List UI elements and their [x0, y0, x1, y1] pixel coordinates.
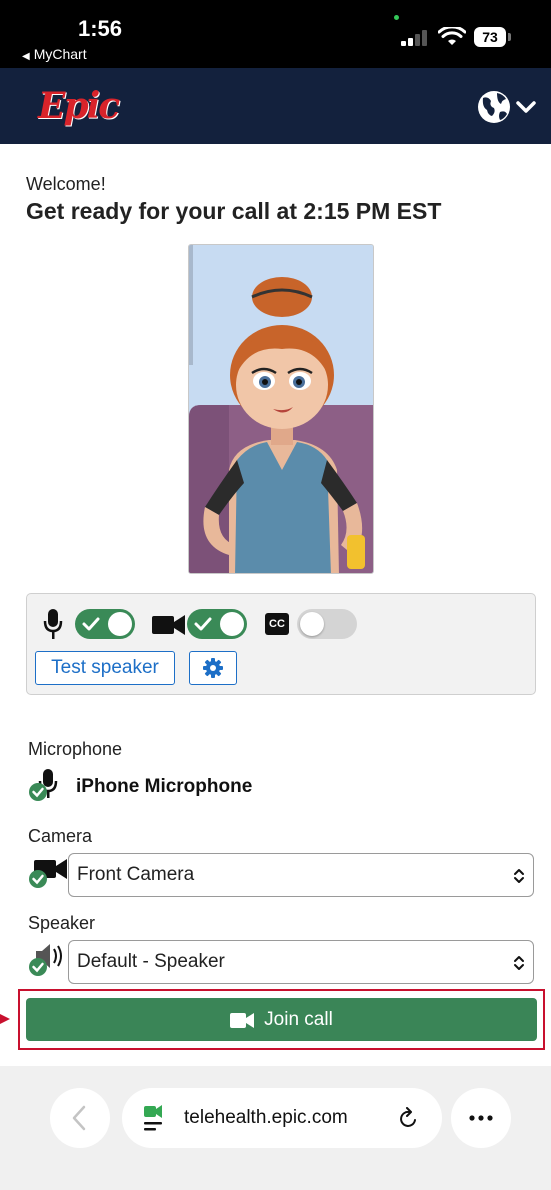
camera-label: Camera	[28, 826, 93, 846]
chevron-left-icon	[72, 1105, 86, 1131]
camera-icon	[152, 615, 185, 635]
chevron-down-icon	[516, 101, 536, 113]
closed-captions-icon: CC	[265, 613, 289, 635]
select-chevron-icon	[514, 869, 524, 883]
url-text: telehealth.epic.com	[184, 1107, 348, 1128]
browser-more-button[interactable]	[451, 1088, 511, 1148]
avatar-illustration	[189, 245, 373, 573]
captions-toggle[interactable]	[297, 609, 357, 639]
globe-icon	[478, 91, 536, 123]
page-title: Get ready for your call at 2:15 PM EST	[26, 198, 442, 224]
back-app-label: MyChart	[33, 46, 87, 62]
microphone-value: iPhone Microphone	[76, 776, 253, 797]
toggle-knob	[300, 612, 324, 636]
speaker-select[interactable]: Default - Speaker	[68, 940, 534, 984]
back-to-app-link[interactable]: ◀ MyChart	[22, 46, 87, 62]
camera-select-value: Front Camera	[77, 864, 195, 885]
select-chevron-icon	[514, 956, 524, 970]
call-controls-panel: CC Test speaker	[26, 593, 536, 695]
language-menu-button[interactable]	[476, 88, 540, 126]
microphone-label: Microphone	[28, 739, 123, 759]
toggle-knob	[220, 612, 244, 636]
status-bar: 1:56 ◀ MyChart 73	[0, 0, 551, 68]
back-triangle-icon: ◀	[22, 51, 30, 62]
cellular-signal-icon	[401, 30, 431, 46]
browser-back-button[interactable]	[50, 1088, 110, 1148]
settings-button[interactable]	[189, 651, 237, 685]
battery-tip	[508, 33, 511, 41]
camera-ok-icon	[29, 859, 67, 888]
gear-icon	[203, 658, 223, 678]
address-bar[interactable]: telehealth.epic.com	[122, 1088, 442, 1148]
epic-logo: Epic	[38, 85, 120, 127]
microphone-toggle[interactable]	[75, 609, 135, 639]
camera-toggle[interactable]	[187, 609, 247, 639]
join-call-label: Join call	[264, 1009, 333, 1030]
facetime-icon	[144, 1105, 162, 1131]
check-icon	[194, 617, 212, 631]
video-preview	[188, 244, 374, 574]
wifi-icon	[438, 27, 466, 45]
video-camera-icon	[230, 1013, 255, 1028]
test-speaker-button[interactable]: Test speaker	[35, 651, 175, 685]
speaker-select-value: Default - Speaker	[77, 951, 225, 972]
more-dots-icon	[469, 1115, 493, 1121]
battery-icon: 73	[474, 27, 506, 47]
microphone-ok-icon	[29, 769, 58, 801]
highlight-arrow	[0, 1014, 10, 1024]
speaker-ok-icon	[29, 944, 62, 976]
app-header: Epic	[0, 68, 551, 144]
microphone-icon	[43, 609, 63, 639]
status-time: 1:56	[78, 16, 123, 41]
welcome-text: Welcome!	[26, 174, 106, 194]
reload-icon[interactable]	[398, 1107, 420, 1129]
privacy-indicator-dot	[394, 15, 399, 20]
speaker-label: Speaker	[28, 913, 96, 933]
toggle-knob	[108, 612, 132, 636]
camera-select[interactable]: Front Camera	[68, 853, 534, 897]
join-call-button[interactable]: Join call	[26, 998, 537, 1041]
check-icon	[82, 617, 100, 631]
